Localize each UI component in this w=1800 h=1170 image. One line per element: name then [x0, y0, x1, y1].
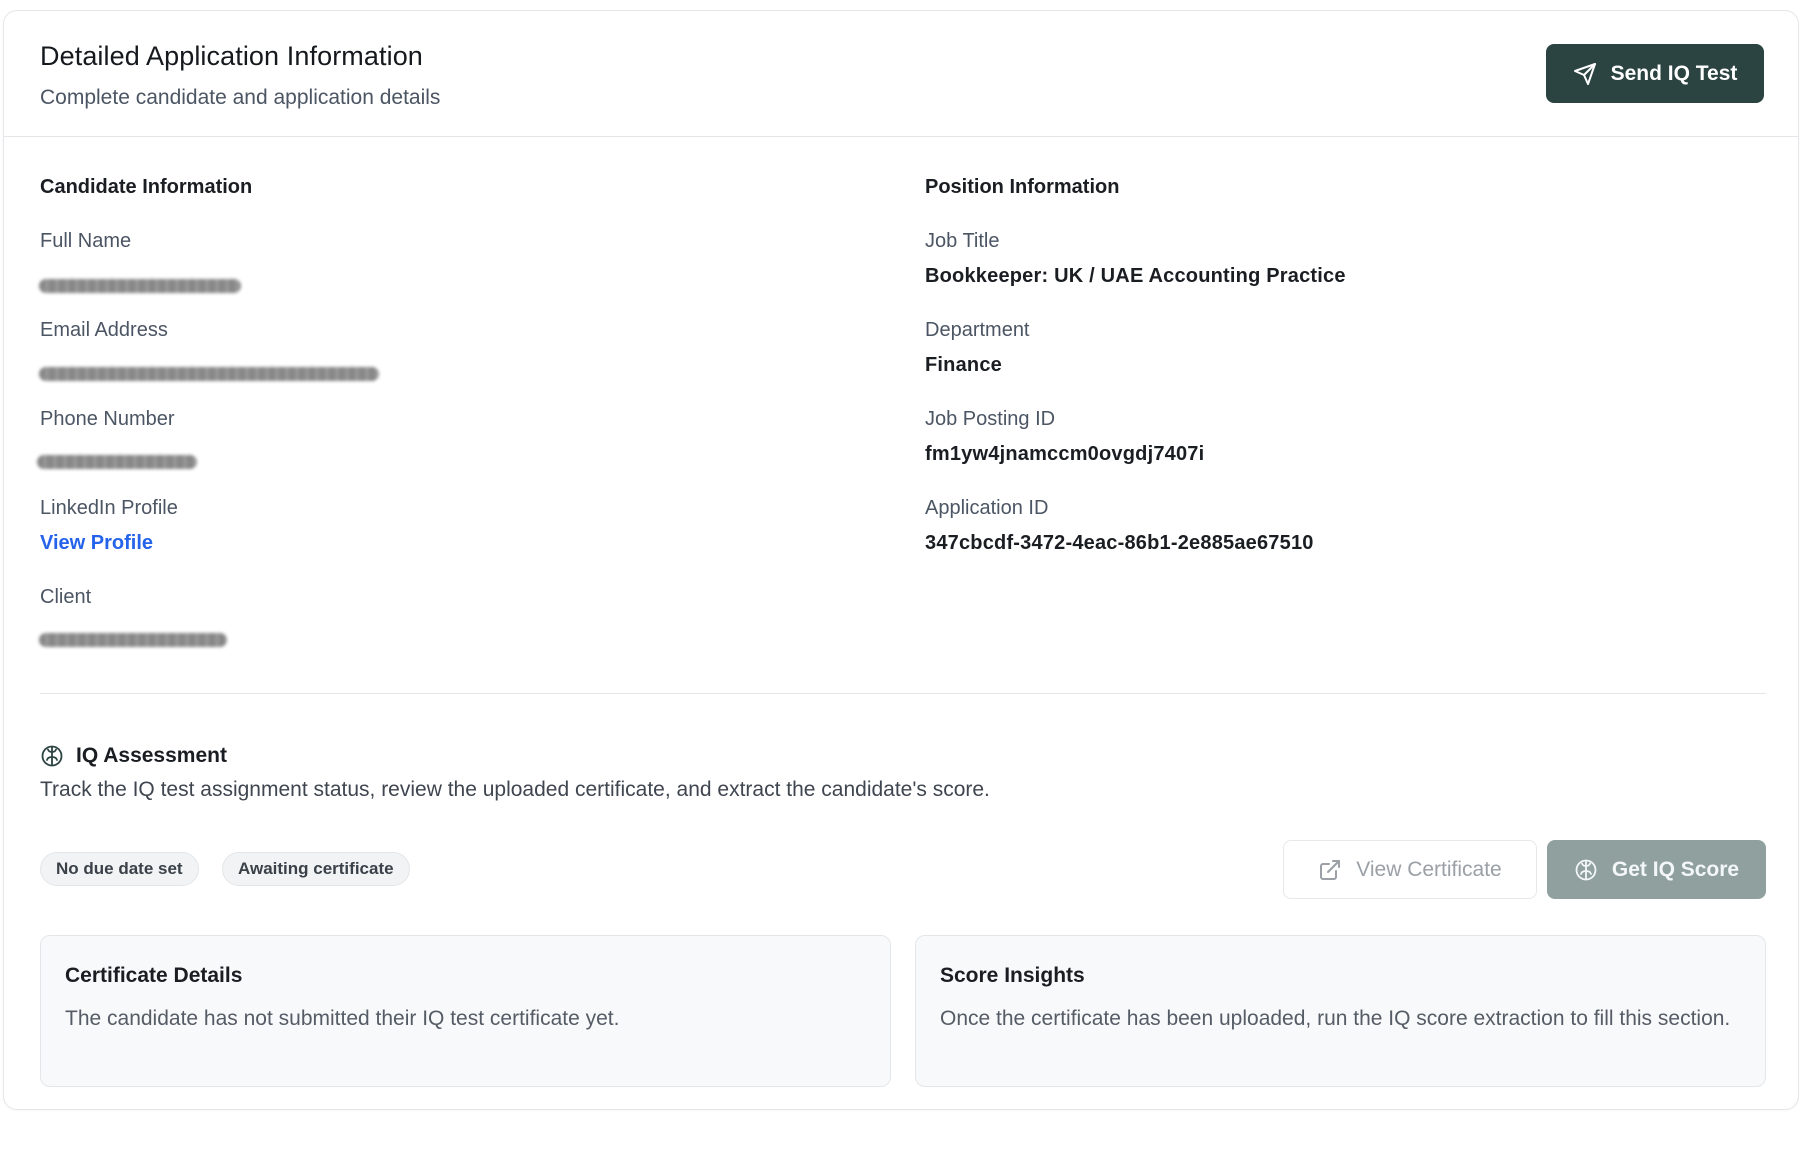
full-name-label: Full Name — [40, 230, 132, 252]
card-header: Detailed Application Information Complet… — [4, 11, 1798, 137]
iq-assessment-header: IQ Assessment — [40, 744, 227, 768]
application-details-card: Detailed Application Information Complet… — [3, 10, 1799, 1110]
external-link-icon — [1318, 858, 1342, 882]
full-name-value-redacted — [39, 279, 241, 293]
certificate-details-title: Certificate Details — [65, 964, 243, 987]
email-value-redacted — [39, 367, 379, 381]
department-label: Department — [925, 319, 1030, 341]
view-profile-link[interactable]: View Profile — [40, 532, 153, 555]
get-iq-score-label: Get IQ Score — [1611, 857, 1740, 881]
job-posting-id-value: fm1yw4jnamccm0ovgdj7407i — [925, 443, 1205, 465]
certificate-details-text: The candidate has not submitted their IQ… — [65, 1007, 620, 1030]
application-id-label: Application ID — [925, 497, 1049, 519]
position-section-title: Position Information — [925, 176, 1120, 198]
phone-label: Phone Number — [40, 408, 175, 430]
brain-icon — [40, 744, 64, 768]
page-subtitle: Complete candidate and application detai… — [40, 86, 441, 109]
application-id-value: 347cbcdf-3472-4eac-86b1-2e885ae67510 — [925, 532, 1314, 554]
client-value-redacted — [39, 633, 227, 647]
client-label: Client — [40, 586, 92, 608]
certificate-details-panel: Certificate Details The candidate has no… — [40, 935, 891, 1087]
send-iq-test-label: Send IQ Test — [1610, 61, 1738, 85]
score-insights-panel: Score Insights Once the certificate has … — [915, 935, 1766, 1087]
view-certificate-button[interactable]: View Certificate — [1283, 840, 1537, 899]
job-title-label: Job Title — [925, 230, 1000, 252]
due-date-badge: No due date set — [40, 852, 199, 886]
email-label: Email Address — [40, 319, 168, 341]
page-title: Detailed Application Information — [40, 41, 423, 71]
candidate-section-title: Candidate Information — [40, 176, 253, 198]
certificate-status-badge: Awaiting certificate — [222, 852, 410, 886]
score-insights-title: Score Insights — [940, 964, 1085, 987]
view-certificate-label: View Certificate — [1356, 857, 1502, 881]
iq-assessment-title: IQ Assessment — [76, 744, 227, 767]
brain-icon — [1574, 858, 1598, 882]
get-iq-score-button[interactable]: Get IQ Score — [1547, 840, 1766, 899]
section-divider — [40, 693, 1766, 694]
job-posting-id-label: Job Posting ID — [925, 408, 1056, 430]
department-value: Finance — [925, 354, 1002, 376]
send-icon — [1573, 62, 1597, 86]
send-iq-test-button[interactable]: Send IQ Test — [1546, 44, 1764, 103]
job-title-value: Bookkeeper: UK / UAE Accounting Practice — [925, 265, 1346, 287]
score-insights-text: Once the certificate has been uploaded, … — [940, 1007, 1731, 1030]
iq-assessment-description: Track the IQ test assignment status, rev… — [40, 778, 990, 801]
phone-value-redacted — [37, 455, 197, 469]
linkedin-label: LinkedIn Profile — [40, 497, 178, 519]
